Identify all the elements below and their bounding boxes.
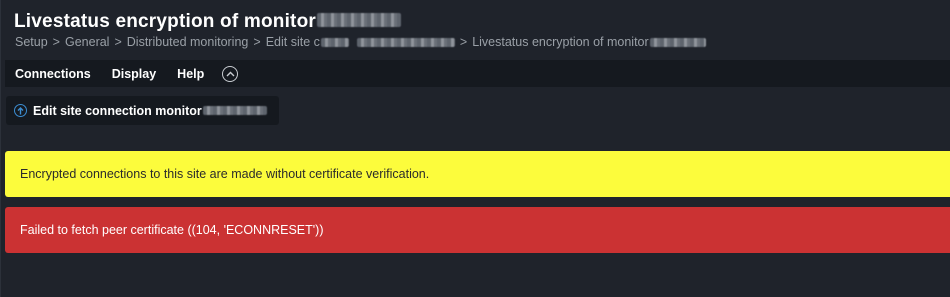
breadcrumb-current-label: Livestatus encryption of monitor (472, 35, 649, 49)
breadcrumb-edit-site[interactable]: Edit site c (266, 35, 455, 49)
breadcrumb-setup[interactable]: Setup (15, 35, 48, 49)
chevron-up-circle-icon[interactable] (222, 65, 239, 82)
menu-help[interactable]: Help (177, 67, 204, 81)
error-message-text: Failed to fetch peer certificate ((104, … (20, 223, 324, 237)
warning-message-text: Encrypted connections to this site are m… (20, 167, 430, 181)
page: Livestatus encryption of monitor Setup >… (0, 0, 950, 297)
page-title-text: Livestatus encryption of monitor (14, 11, 316, 32)
error-message: Failed to fetch peer certificate ((104, … (5, 207, 950, 253)
breadcrumb-separator: > (114, 35, 122, 49)
redacted-site-alias (356, 38, 455, 48)
breadcrumb-current: Livestatus encryption of monitor (472, 35, 706, 49)
redacted-site-name (202, 106, 267, 115)
breadcrumb-general[interactable]: General (65, 35, 109, 49)
warning-message: Encrypted connections to this site are m… (5, 151, 950, 197)
breadcrumb: Setup > General > Distributed monitoring… (15, 35, 706, 49)
page-menu-bar: Connections Display Help (5, 60, 950, 87)
menu-display[interactable]: Display (112, 67, 156, 81)
menu-connections[interactable]: Connections (15, 67, 91, 81)
page-title: Livestatus encryption of monitor (14, 11, 401, 33)
redacted-site-name (649, 38, 706, 48)
edit-site-connection-button[interactable]: Edit site connection monitor (6, 96, 279, 125)
redacted-site-id (320, 38, 349, 48)
arrow-up-icon (17, 106, 24, 114)
breadcrumb-separator: > (253, 35, 261, 49)
arrow-up-circle-icon (14, 104, 27, 117)
redacted-site-name (317, 12, 401, 27)
breadcrumb-edit-site-label: Edit site c (265, 35, 320, 49)
edit-site-connection-label: Edit site connection monitor (33, 103, 202, 118)
breadcrumb-separator: > (52, 35, 60, 49)
chevron-up-icon (226, 71, 235, 76)
breadcrumb-separator: > (459, 35, 468, 49)
title-bar: Livestatus encryption of monitor Setup >… (1, 0, 950, 60)
breadcrumb-distributed-monitoring[interactable]: Distributed monitoring (127, 35, 249, 49)
